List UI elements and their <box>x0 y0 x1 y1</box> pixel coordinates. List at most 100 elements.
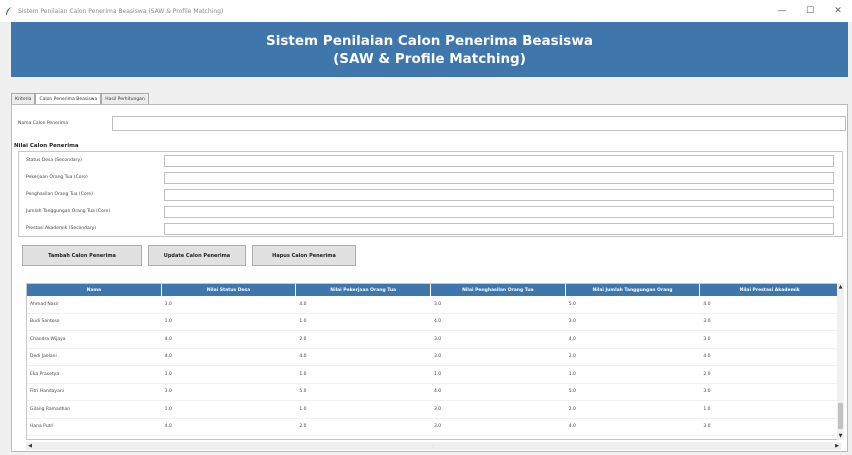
vertical-scrollbar[interactable]: ▲ ▼ <box>837 283 844 440</box>
update-calon-button[interactable]: Update Calon Penerima <box>148 245 246 266</box>
scroll-left-icon[interactable]: ◀ <box>26 442 34 450</box>
cell-nilai: 3.0 <box>434 354 442 360</box>
scroll-up-icon[interactable]: ▲ <box>837 283 844 291</box>
cell-nama: Hana Putri <box>30 424 54 430</box>
cell-nilai: 4.0 <box>164 354 172 360</box>
maximize-button[interactable]: ☐ <box>796 0 824 22</box>
cell-nama: Eka Prasetya <box>30 371 60 377</box>
prestasi-input[interactable] <box>164 222 834 235</box>
table-row[interactable]: Ahmad Nasir 3.0 4.0 3.0 5.0 4.0 <box>27 296 840 314</box>
cell-nilai: 3.0 <box>703 319 711 325</box>
cell-nilai: 1.0 <box>164 371 172 377</box>
minimize-button[interactable]: — <box>768 0 796 22</box>
column-header-nama[interactable]: Nama <box>27 284 162 296</box>
cell-nilai: 4.0 <box>568 424 576 430</box>
status-desa-input[interactable] <box>164 154 834 167</box>
status-desa-label: Status Desa (Secondary) <box>26 158 82 163</box>
table-row[interactable]: Fitri Handayani 3.0 5.0 4.0 5.0 3.0 <box>27 384 840 401</box>
app-title: Sistem Penilaian Calon Penerima Beasiswa <box>266 33 593 49</box>
cell-nama: Dedi Jaelani <box>30 354 57 360</box>
app-subtitle: (SAW & Profile Matching) <box>333 51 526 67</box>
table-row[interactable]: Eka Prasetya 1.0 1.0 1.0 1.0 2.0 <box>27 366 840 384</box>
criteria-row: Status Desa (Secondary) <box>19 152 842 169</box>
column-header-status-desa[interactable]: Nilai Status Desa <box>162 284 297 296</box>
app-window: Sistem Penilaian Calon Penerima Beasiswa… <box>0 0 852 455</box>
cell-nilai: 2.0 <box>568 354 576 360</box>
hapus-calon-button[interactable]: Hapus Calon Penerima <box>252 245 356 266</box>
criteria-row: Jumlah Tanggungan Orang Tua (Core) <box>19 203 842 220</box>
horizontal-scrollbar[interactable]: ◀ ⋮ ▶ <box>26 442 841 450</box>
pekerjaan-input[interactable] <box>164 171 834 184</box>
nama-row: Nama Calon Penerima <box>18 116 846 131</box>
table-header: Nama Nilai Status Desa Nilai Pekerjaan O… <box>27 284 840 296</box>
cell-nilai: 4.0 <box>164 336 172 342</box>
pekerjaan-label: Pekerjaan Orang Tua (Core) <box>26 175 88 180</box>
feather-icon <box>4 6 14 16</box>
cell-nilai: 1.0 <box>299 319 307 325</box>
cell-nilai: 5.0 <box>568 389 576 395</box>
close-button[interactable]: ✕ <box>824 0 852 22</box>
cell-nilai: 4.0 <box>568 336 576 342</box>
tanggungan-label: Jumlah Tanggungan Orang Tua (Core) <box>26 209 111 214</box>
tanggungan-input[interactable] <box>164 205 834 218</box>
cell-nilai: 3.0 <box>164 389 172 395</box>
cell-nilai: 3.0 <box>703 424 711 430</box>
table-row[interactable]: Dedi Jaelani 4.0 4.0 3.0 2.0 4.0 <box>27 349 840 366</box>
cell-nilai: 4.0 <box>164 424 172 430</box>
cell-nilai: 2.0 <box>299 336 307 342</box>
title-bar: Sistem Penilaian Calon Penerima Beasiswa… <box>0 0 852 22</box>
cell-nama: Gilang Ramadhan <box>30 406 71 412</box>
penghasilan-input[interactable] <box>164 188 834 201</box>
scroll-grip-icon[interactable]: ⋮ <box>431 442 435 450</box>
tambah-calon-button[interactable]: Tambah Calon Penerima <box>22 245 142 266</box>
cell-nilai: 4.0 <box>703 354 711 360</box>
cell-nilai: 2.0 <box>703 371 711 377</box>
cell-nilai: 4.0 <box>434 319 442 325</box>
nama-input[interactable] <box>112 116 846 131</box>
table-row[interactable]: Hana Putri 4.0 2.0 3.0 4.0 3.0 <box>27 419 840 436</box>
cell-nilai: 3.0 <box>703 336 711 342</box>
nama-label: Nama Calon Penerima <box>18 121 69 126</box>
cell-nilai: 4.0 <box>299 354 307 360</box>
table-row[interactable]: Chandra Wijaya 4.0 2.0 3.0 4.0 3.0 <box>27 331 840 349</box>
cell-nilai: 1.0 <box>568 371 576 377</box>
cell-nilai: 3.0 <box>434 406 442 412</box>
cell-nilai: 3.0 <box>434 336 442 342</box>
table-row[interactable]: Budi Santoso 1.0 1.0 4.0 3.0 3.0 <box>27 314 840 331</box>
penghasilan-label: Penghasilan Orang Tua (Core) <box>26 192 93 197</box>
column-header-penghasilan[interactable]: Nilai Penghasilan Orang Tua <box>431 284 566 296</box>
cell-nilai: 1.0 <box>299 406 307 412</box>
cell-nilai: 1.0 <box>164 406 172 412</box>
criteria-group: Status Desa (Secondary) Pekerjaan Orang … <box>18 151 843 237</box>
column-header-pekerjaan[interactable]: Nilai Pekerjaan Orang Tua <box>296 284 432 296</box>
table-body: Ahmad Nasir 3.0 4.0 3.0 5.0 4.0 Budi Santoso 1.… <box>27 296 840 436</box>
criteria-row: Pekerjaan Orang Tua (Core) <box>19 169 842 186</box>
table-row[interactable]: Gilang Ramadhan 1.0 1.0 3.0 2.0 1.0 <box>27 401 840 419</box>
cell-nama: Budi Santoso <box>30 319 60 325</box>
cell-nilai: 3.0 <box>568 319 576 325</box>
cell-nilai: 1.0 <box>299 371 307 377</box>
column-header-tanggungan[interactable]: Nilai Jumlah Tanggungan Orang <box>566 284 701 296</box>
calon-penerima-panel: Nama Calon Penerima Nilai Calon Penerima… <box>11 104 848 452</box>
cell-nilai: 5.0 <box>299 389 307 395</box>
scroll-right-icon[interactable]: ▶ <box>833 442 841 450</box>
scroll-down-icon[interactable]: ▼ <box>837 432 844 440</box>
cell-nilai: 2.0 <box>299 424 307 430</box>
criteria-row: Penghasilan Orang Tua (Core) <box>19 186 842 203</box>
scroll-thumb[interactable] <box>838 403 843 429</box>
prestasi-label: Prestasi Akademik (Secondary) <box>26 226 97 231</box>
cell-nilai: 1.0 <box>703 406 711 412</box>
cell-nilai: 2.0 <box>568 406 576 412</box>
cell-nilai: 3.0 <box>703 389 711 395</box>
cell-nilai: 1.0 <box>434 371 442 377</box>
cell-nilai: 4.0 <box>703 301 711 307</box>
action-buttons: Tambah Calon Penerima Update Calon Pener… <box>22 245 356 266</box>
window-title: Sistem Penilaian Calon Penerima Beasiswa… <box>18 7 224 15</box>
cell-nilai: 4.0 <box>299 301 307 307</box>
cell-nama: Chandra Wijaya <box>30 336 66 342</box>
cell-nama: Ahmad Nasir <box>30 301 59 307</box>
app-header: Sistem Penilaian Calon Penerima Beasiswa… <box>11 22 848 77</box>
column-header-prestasi[interactable]: Nilai Prestasi Akademik <box>700 284 840 296</box>
calon-table: Nama Nilai Status Desa Nilai Pekerjaan O… <box>26 283 841 440</box>
cell-nilai: 3.0 <box>434 301 442 307</box>
